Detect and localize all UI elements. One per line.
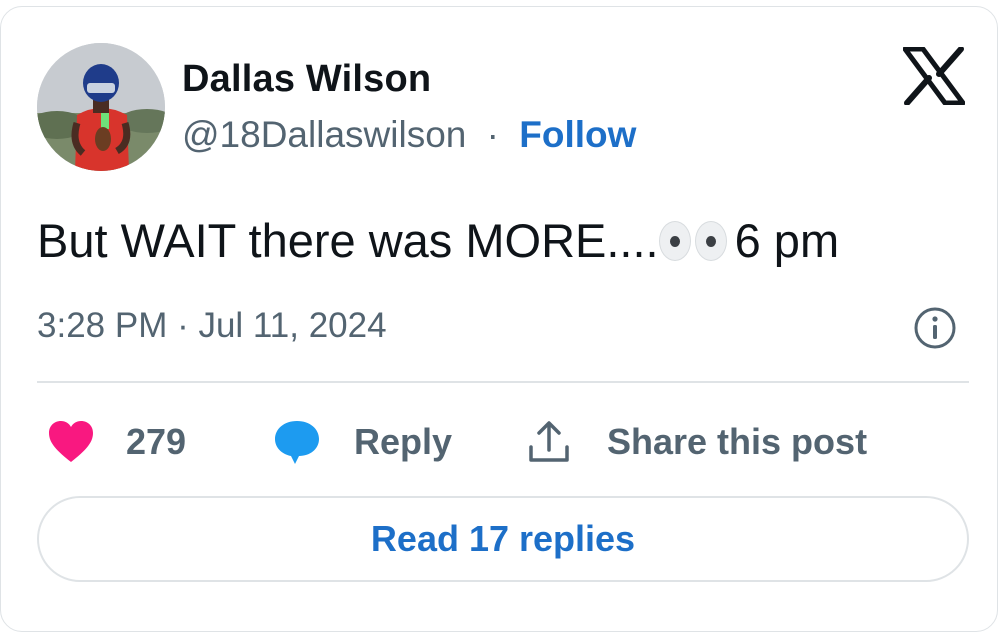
author-name[interactable]: Dallas Wilson: [182, 58, 431, 101]
divider: [37, 381, 969, 383]
share-label: Share this post: [607, 421, 868, 462]
tweet-text-main: But WAIT there was MORE....: [37, 214, 659, 267]
info-icon[interactable]: [913, 306, 957, 350]
separator-dot: ·: [486, 114, 499, 155]
tweet-text: But WAIT there was MORE.... 6 pm: [37, 213, 839, 268]
read-replies-label: Read 17 replies: [370, 518, 636, 559]
eyes-emoji-icon-left: [658, 221, 691, 261]
avatar[interactable]: [37, 43, 165, 171]
tweet-text-time: 6 pm: [734, 214, 840, 267]
reply-label: Reply: [354, 421, 453, 462]
heart-icon: [49, 421, 93, 462]
author-handle[interactable]: @18Dallaswilson: [182, 114, 466, 155]
x-logo-icon[interactable]: [903, 47, 965, 105]
reply-button[interactable]: Reply: [273, 414, 452, 470]
like-button[interactable]: 279: [47, 414, 186, 470]
tweet-timestamp[interactable]: 3:28 PM · Jul 11, 2024: [37, 306, 387, 346]
share-icon: [529, 421, 569, 462]
share-button[interactable]: Share this post: [527, 414, 867, 470]
author-handle-row: @18Dallaswilson · Follow: [182, 114, 636, 156]
read-replies-button[interactable]: Read 17 replies: [37, 496, 969, 582]
reply-bubble-icon: [275, 421, 319, 464]
eyes-emoji-icon-right: [694, 221, 727, 261]
like-count: 279: [126, 421, 187, 462]
follow-button[interactable]: Follow: [519, 114, 636, 155]
